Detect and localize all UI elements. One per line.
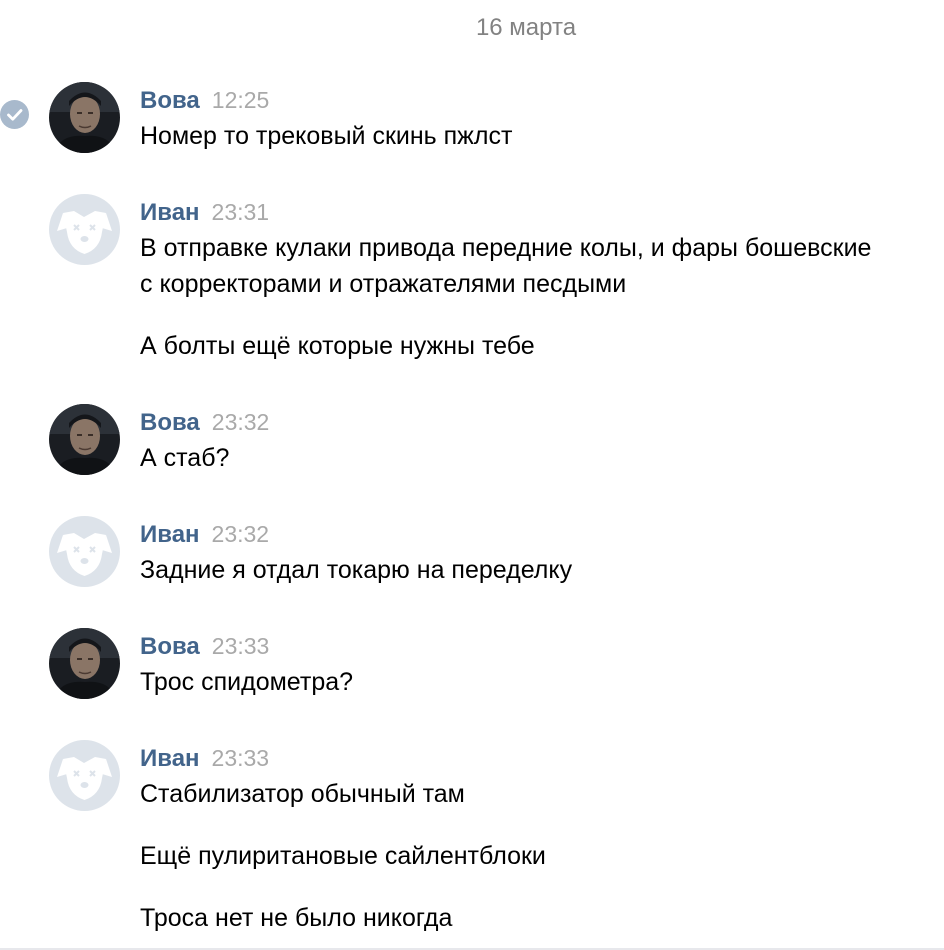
message-header: Иван 23:32	[140, 518, 269, 550]
author-name[interactable]: Иван	[140, 521, 200, 548]
message-text: Троса нет не было никогда	[140, 904, 453, 932]
avatar[interactable]	[49, 628, 120, 699]
message-time[interactable]: 23:33	[212, 745, 270, 771]
date-separator: 16 марта	[475, 14, 577, 41]
message-header: Вова 12:25	[140, 84, 269, 116]
message-time[interactable]: 12:25	[212, 87, 270, 113]
avatar[interactable]	[49, 82, 120, 153]
author-name[interactable]: Вова	[140, 87, 200, 114]
message-time[interactable]: 23:31	[212, 199, 270, 225]
author-name[interactable]: Иван	[140, 199, 200, 226]
message-time[interactable]: 23:32	[212, 521, 270, 547]
author-name[interactable]: Вова	[140, 633, 200, 660]
selected-check-icon[interactable]	[0, 100, 29, 129]
message-text: Задние я отдал токарю на переделку	[140, 556, 573, 584]
message-text: Ещё пулиритановые сайлентблоки	[140, 842, 546, 870]
message-header: Вова 23:32	[140, 406, 269, 438]
message-text: Трос спидометра?	[140, 668, 354, 696]
author-name[interactable]: Вова	[140, 409, 200, 436]
avatar[interactable]	[49, 194, 120, 265]
message-text: Номер то трековый скинь пжлст	[140, 122, 513, 150]
author-name[interactable]: Иван	[140, 745, 200, 772]
avatar[interactable]	[49, 404, 120, 475]
message-text: с корректорами и отражателями песдыми	[140, 270, 627, 298]
message-text: А стаб?	[140, 444, 230, 472]
message-header: Иван 23:33	[140, 742, 269, 774]
message-header: Иван 23:31	[140, 196, 269, 228]
message-time[interactable]: 23:32	[212, 409, 270, 435]
message-time[interactable]: 23:33	[212, 633, 270, 659]
avatar[interactable]	[49, 740, 120, 811]
message-text: Стабилизатор обычный там	[140, 780, 465, 808]
avatar[interactable]	[49, 516, 120, 587]
message-text: В отправке кулаки привода передние колы,…	[140, 234, 872, 262]
message-text: А болты ещё которые нужны тебе	[140, 332, 535, 360]
message-header: Вова 23:33	[140, 630, 269, 662]
